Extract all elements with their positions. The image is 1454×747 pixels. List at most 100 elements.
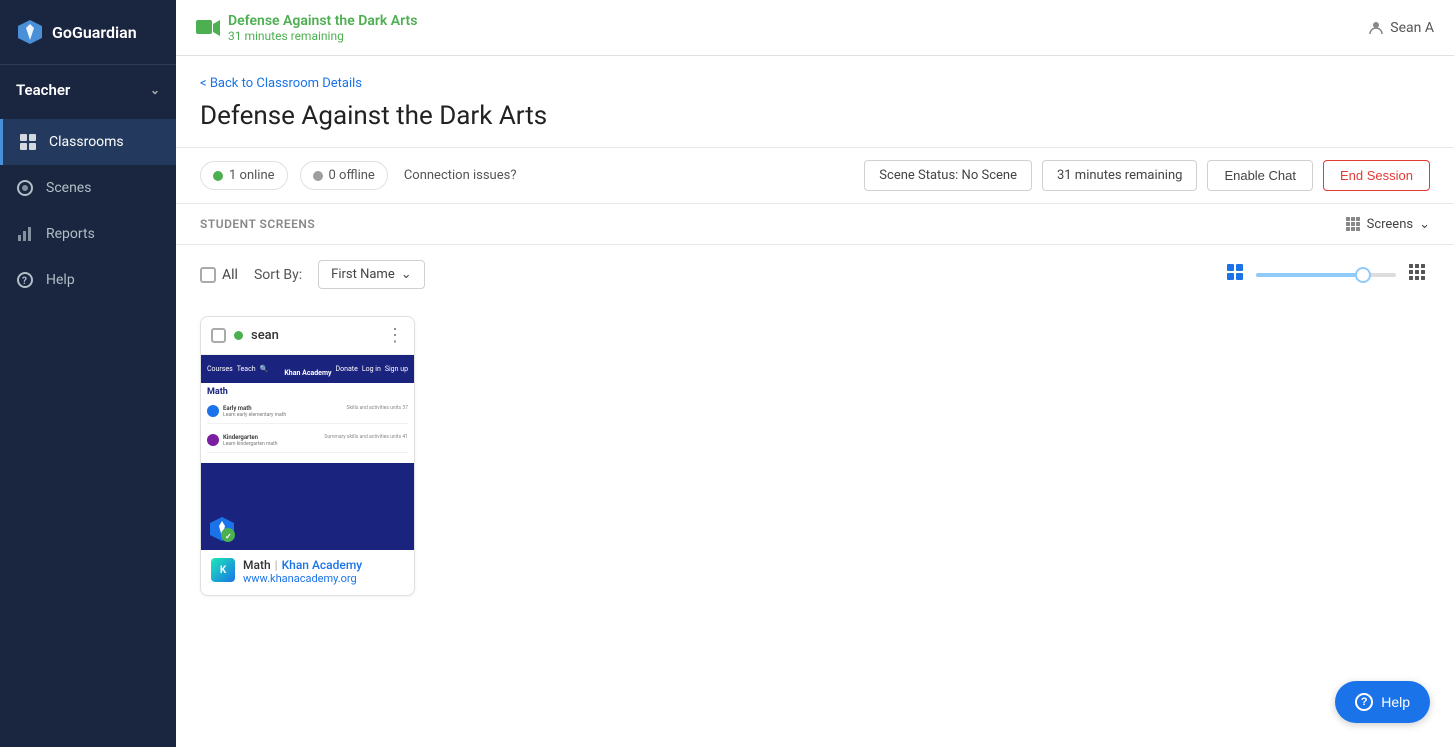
back-link[interactable]: < Back to Classroom Details [200,76,1430,91]
size-slider[interactable] [1256,273,1396,277]
topbar-session-info: Defense Against the Dark Arts 31 minutes… [228,13,417,43]
khan-nav-teach: Teach [237,365,256,373]
screens-chevron-icon: ⌄ [1419,217,1430,232]
sort-dropdown[interactable]: First Name ⌄ [318,260,424,289]
student-card[interactable]: sean ⋮ Courses Teach 🔍 Khan Academy Dona [200,316,415,596]
page-title: Defense Against the Dark Arts [200,101,1430,131]
time-remaining-badge: 31 minutes remaining [1042,160,1197,191]
site-favicon: K [211,558,235,582]
help-button-label: Help [1381,694,1410,710]
khan-row-title-0: Early math [223,405,343,412]
enable-chat-button[interactable]: Enable Chat [1207,160,1313,191]
khan-row-sub-1: Learn kindergarten math [223,441,320,448]
page-header: < Back to Classroom Details Defense Agai… [176,56,1454,148]
sidebar: GoGuardian Teacher ⌄ Classrooms [0,0,176,747]
sidebar-item-scenes[interactable]: Scenes [0,165,176,211]
khan-row-title-1: Kindergarten [223,434,320,441]
khan-signup: Sign up [385,365,408,373]
goguardian-logo-icon [16,18,44,46]
khan-row-0: Early math Learn early elementary math S… [207,401,408,424]
khan-row-sub-0: Learn early elementary math [223,412,343,419]
classrooms-icon [19,133,37,151]
card-screenshot[interactable]: Courses Teach 🔍 Khan Academy Donate Log … [201,355,414,550]
khan-subject-title: Math [207,387,408,397]
card-checkbox[interactable] [211,328,226,343]
site-title-row: Math | Khan Academy [243,558,404,572]
card-site-info: K Math | Khan Academy www.khanacademy.or… [201,550,414,595]
site-details: Math | Khan Academy www.khanacademy.org [243,558,404,585]
sidebar-logo: GoGuardian [0,0,176,65]
online-dot [213,171,223,181]
all-label: All [222,267,238,283]
sidebar-item-help[interactable]: ? Help [0,257,176,303]
select-all-checkbox-label[interactable]: All [200,267,238,283]
khan-search-icon: 🔍 [260,365,269,373]
sidebar-item-reports[interactable]: Reports [0,211,176,257]
online-count: 1 online [229,168,275,183]
view-small-grid-button[interactable] [1222,259,1248,290]
sidebar-teacher-menu[interactable]: Teacher ⌄ [0,65,176,115]
offline-status-pill: 0 offline [300,161,388,190]
topbar-session-subtitle: 31 minutes remaining [228,29,417,43]
site-title-brand: Khan Academy [282,558,363,572]
khan-row-content-0: Early math Learn early elementary math [223,405,343,419]
reports-icon [16,225,34,243]
status-bar: 1 online 0 offline Connection issues? Sc… [176,148,1454,204]
screens-label: Screens [1367,217,1413,232]
sort-by-label: Sort By: [254,267,302,283]
filter-bar-right [1222,259,1430,290]
khan-logo-area: Khan Academy [284,360,331,379]
topbar-right: Sean A [1368,20,1434,36]
grid-dots-icon [1345,216,1361,232]
sort-by-value: First Name [331,267,395,282]
khan-row-1: Kindergarten Learn kindergarten math Sum… [207,430,408,453]
khan-row-icon-1 [207,434,219,446]
sidebar-logo-text: GoGuardian [52,23,137,42]
khan-donate: Donate [336,365,358,373]
online-status-pill: 1 online [200,161,288,190]
select-all-checkbox[interactable] [200,267,216,283]
card-header: sean ⋮ [201,317,414,355]
sidebar-item-classrooms-label: Classrooms [49,134,124,150]
card-header-left: sean [211,328,279,343]
view-large-grid-button[interactable] [1404,259,1430,290]
sidebar-item-help-label: Help [46,272,75,288]
sidebar-teacher-label: Teacher [16,81,70,99]
scenes-icon [16,179,34,197]
site-title-separator: | [275,558,278,572]
student-cards-area: sean ⋮ Courses Teach 🔍 Khan Academy Dona [176,304,1454,608]
sidebar-nav: Classrooms Scenes Reports [0,115,176,747]
offline-dot [313,171,323,181]
card-menu-icon[interactable]: ⋮ [386,325,404,346]
khan-login: Log in [362,365,381,373]
sidebar-item-classrooms[interactable]: Classrooms [0,119,176,165]
goguardian-badge: ✓ [209,516,235,542]
khan-row-meta-0: Skills and activities units 37 [347,405,408,411]
connection-issues-link[interactable]: Connection issues? [404,168,517,183]
page-content: < Back to Classroom Details Defense Agai… [176,56,1454,747]
topbar: Defense Against the Dark Arts 31 minutes… [176,0,1454,56]
end-session-button[interactable]: End Session [1323,160,1430,191]
khan-content: Math Early math Learn early elementary m… [201,383,414,463]
user-icon [1368,20,1384,36]
svg-text:✓: ✓ [225,532,232,541]
svg-text:?: ? [22,276,27,287]
scene-status-badge: Scene Status: No Scene [864,160,1032,191]
sidebar-item-scenes-label: Scenes [46,180,91,196]
help-button[interactable]: ? Help [1335,681,1430,723]
status-bar-right: Scene Status: No Scene 31 minutes remain… [864,160,1430,191]
site-url[interactable]: www.khanacademy.org [243,572,404,585]
topbar-user-name: Sean A [1390,20,1434,36]
help-nav-icon: ? [16,271,34,289]
khan-nav-courses: Courses [207,365,233,373]
filter-bar: All Sort By: First Name ⌄ [176,245,1454,304]
help-circle-icon: ? [1355,693,1373,711]
student-name: sean [251,328,279,343]
khan-row-icon-0 [207,405,219,417]
student-online-dot [234,331,243,340]
offline-count: 0 offline [329,168,375,183]
sidebar-item-reports-label: Reports [46,226,95,242]
screens-dropdown[interactable]: Screens ⌄ [1345,216,1430,232]
main-content: Defense Against the Dark Arts 31 minutes… [176,0,1454,747]
topbar-left: Defense Against the Dark Arts 31 minutes… [196,13,417,43]
